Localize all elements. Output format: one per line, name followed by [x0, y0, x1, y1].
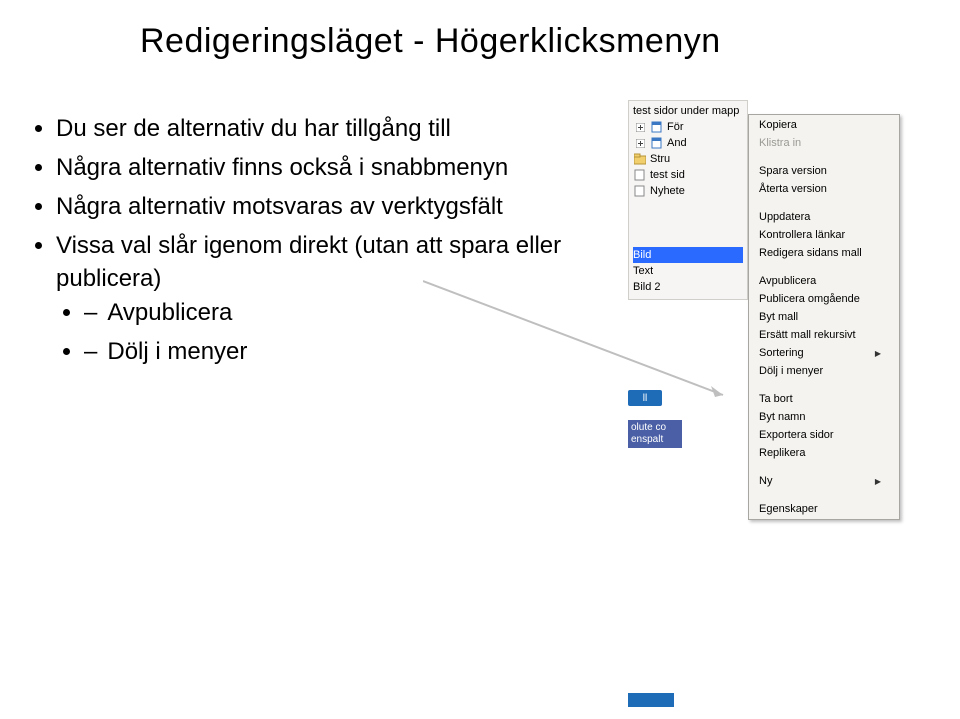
menu-change-template[interactable]: Byt mall: [749, 308, 899, 326]
bullet-text: Vissa val slår igenom direkt (utan att s…: [56, 232, 561, 292]
menu-label: Spara version: [759, 165, 827, 177]
menu-save-version[interactable]: Spara version: [749, 162, 899, 180]
tree-row[interactable]: För: [633, 119, 743, 135]
folder-icon: [633, 153, 647, 165]
badge-text: ll: [643, 393, 647, 404]
menu-hide-in-menus[interactable]: Dölj i menyer: [749, 362, 899, 380]
menu-properties[interactable]: Egenskaper: [749, 500, 899, 518]
tree-row[interactable]: Nyhete: [633, 183, 743, 199]
menu-label: Egenskaper: [759, 503, 818, 515]
tree-row[interactable]: test sidor under mapp: [633, 103, 743, 119]
menu-rename[interactable]: Byt namn: [749, 408, 899, 426]
fragment-text: enspalt: [631, 434, 679, 446]
bullet-item: Du ser de alternativ du har tillgång til…: [56, 112, 608, 145]
page-icon: [650, 137, 664, 149]
menu-label: Sortering: [759, 347, 804, 359]
tree-label: test sidor under mapp: [633, 105, 739, 117]
menu-export-pages[interactable]: Exportera sidor: [749, 426, 899, 444]
menu-replace-template[interactable]: Ersätt mall rekursivt: [749, 326, 899, 344]
menu-replicate[interactable]: Replikera: [749, 444, 899, 462]
tree-label: Bild 2: [633, 281, 661, 293]
menu-edit-template[interactable]: Redigera sidans mall: [749, 244, 899, 262]
page-icon: [633, 185, 647, 197]
menu-sorting[interactable]: Sortering ▶: [749, 344, 899, 362]
context-menu[interactable]: Kopiera Klistra in Spara version Återta …: [748, 114, 900, 520]
fragment-text: olute co: [631, 422, 679, 434]
tree-row[interactable]: Stru: [633, 151, 743, 167]
tree-row[interactable]: And: [633, 135, 743, 151]
tree-row[interactable]: Text: [633, 263, 743, 279]
menu-label: Ny: [759, 475, 772, 487]
menu-label: Klistra in: [759, 137, 801, 149]
tree-row-selected[interactable]: Bild: [633, 247, 743, 263]
tree-row[interactable]: Bild 2: [633, 279, 743, 295]
page-tree-panel: test sidor under mapp För And Stru test …: [628, 100, 748, 300]
bullet-item: Några alternativ motsvaras av verktygsfä…: [56, 190, 608, 223]
menu-label: Ersätt mall rekursivt: [759, 329, 856, 341]
menu-label: Ta bort: [759, 393, 793, 405]
menu-label: Exportera sidor: [759, 429, 834, 441]
slide-page: Redigeringsläget - Högerklicksmenyn Du s…: [0, 0, 960, 719]
page-badge: ll: [628, 390, 662, 406]
menu-refresh[interactable]: Uppdatera: [749, 208, 899, 226]
tree-label: test sid: [650, 169, 685, 181]
sub-bullet-item: Dölj i menyer: [84, 335, 608, 368]
tree-row[interactable]: test sid: [633, 167, 743, 183]
menu-label: Uppdatera: [759, 211, 810, 223]
menu-publish-now[interactable]: Publicera omgående: [749, 290, 899, 308]
menu-paste[interactable]: Klistra in: [749, 134, 899, 152]
tree-label: Text: [633, 265, 653, 277]
menu-new[interactable]: Ny ▶: [749, 472, 899, 490]
tree-label: Stru: [650, 153, 670, 165]
menu-label: Publicera omgående: [759, 293, 860, 305]
menu-label: Redigera sidans mall: [759, 247, 862, 259]
menu-check-links[interactable]: Kontrollera länkar: [749, 226, 899, 244]
menu-label: Kopiera: [759, 119, 797, 131]
bullet-list: Du ser de alternativ du har tillgång til…: [28, 112, 608, 374]
chevron-right-icon: ▶: [875, 477, 881, 486]
menu-unpublish[interactable]: Avpublicera: [749, 272, 899, 290]
menu-delete[interactable]: Ta bort: [749, 390, 899, 408]
menu-label: Replikera: [759, 447, 805, 459]
menu-label: Kontrollera länkar: [759, 229, 845, 241]
footer-fragment: [628, 693, 674, 707]
tree-label: Bild: [633, 249, 651, 261]
menu-label: Byt namn: [759, 411, 805, 423]
plus-icon: [633, 137, 647, 149]
menu-revert-version[interactable]: Återta version: [749, 180, 899, 198]
slide-title: Redigeringsläget - Högerklicksmenyn: [140, 22, 721, 61]
bullet-item: Några alternativ finns också i snabbmeny…: [56, 151, 608, 184]
tree-label: För: [667, 121, 684, 133]
menu-copy[interactable]: Kopiera: [749, 116, 899, 134]
menu-label: Byt mall: [759, 311, 798, 323]
tree-label: And: [667, 137, 687, 149]
sub-bullet-list: Avpublicera Dölj i menyer: [56, 296, 608, 368]
page-icon: [650, 121, 664, 133]
chevron-right-icon: ▶: [875, 349, 881, 358]
plus-icon: [633, 121, 647, 133]
menu-label: Avpublicera: [759, 275, 816, 287]
sub-bullet-item: Avpublicera: [84, 296, 608, 329]
ui-fragment: olute co enspalt: [628, 420, 682, 448]
bullet-item: Vissa val slår igenom direkt (utan att s…: [56, 229, 608, 367]
menu-label: Dölj i menyer: [759, 365, 823, 377]
tree-label: Nyhete: [650, 185, 685, 197]
page-icon: [633, 169, 647, 181]
menu-label: Återta version: [759, 183, 827, 195]
